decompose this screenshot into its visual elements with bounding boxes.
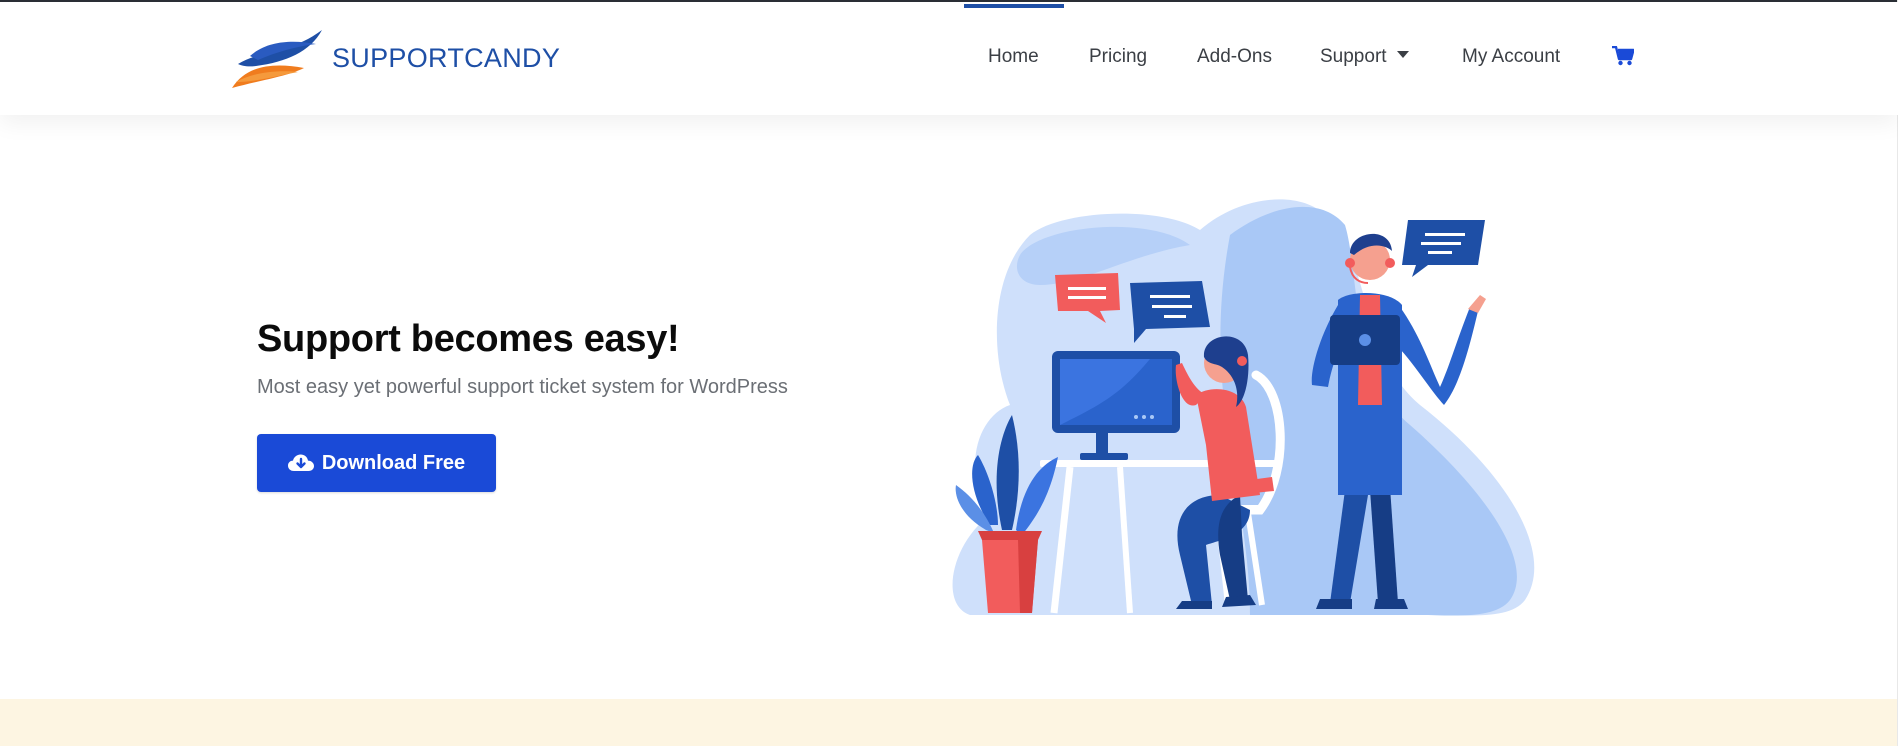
main-nav: Home Pricing Add-Ons Support My Account	[0, 2, 1898, 115]
download-free-button[interactable]: Download Free	[257, 434, 496, 492]
cloud-download-icon	[287, 454, 314, 471]
nav-item-home[interactable]: Home	[988, 46, 1039, 68]
nav-item-support[interactable]: Support	[1320, 46, 1409, 68]
next-section-band	[0, 699, 1898, 746]
nav-item-pricing[interactable]: Pricing	[1089, 46, 1147, 68]
cart-button[interactable]	[1612, 45, 1635, 71]
shopping-cart-icon	[1612, 45, 1635, 66]
hero-title: Support becomes easy!	[257, 318, 680, 360]
chevron-down-icon	[1396, 51, 1409, 59]
nav-item-my-account[interactable]: My Account	[1462, 46, 1560, 68]
support-agents-illustration	[952, 199, 1535, 616]
download-free-label: Download Free	[321, 451, 466, 474]
nav-item-support-label: Support	[1320, 46, 1387, 67]
site-header: SUPPORTCANDY Home Pricing Add-Ons Suppor…	[0, 2, 1898, 115]
nav-active-indicator	[964, 4, 1064, 8]
hero-subtitle: Most easy yet powerful support ticket sy…	[257, 376, 788, 398]
nav-item-add-ons[interactable]: Add-Ons	[1197, 46, 1272, 68]
